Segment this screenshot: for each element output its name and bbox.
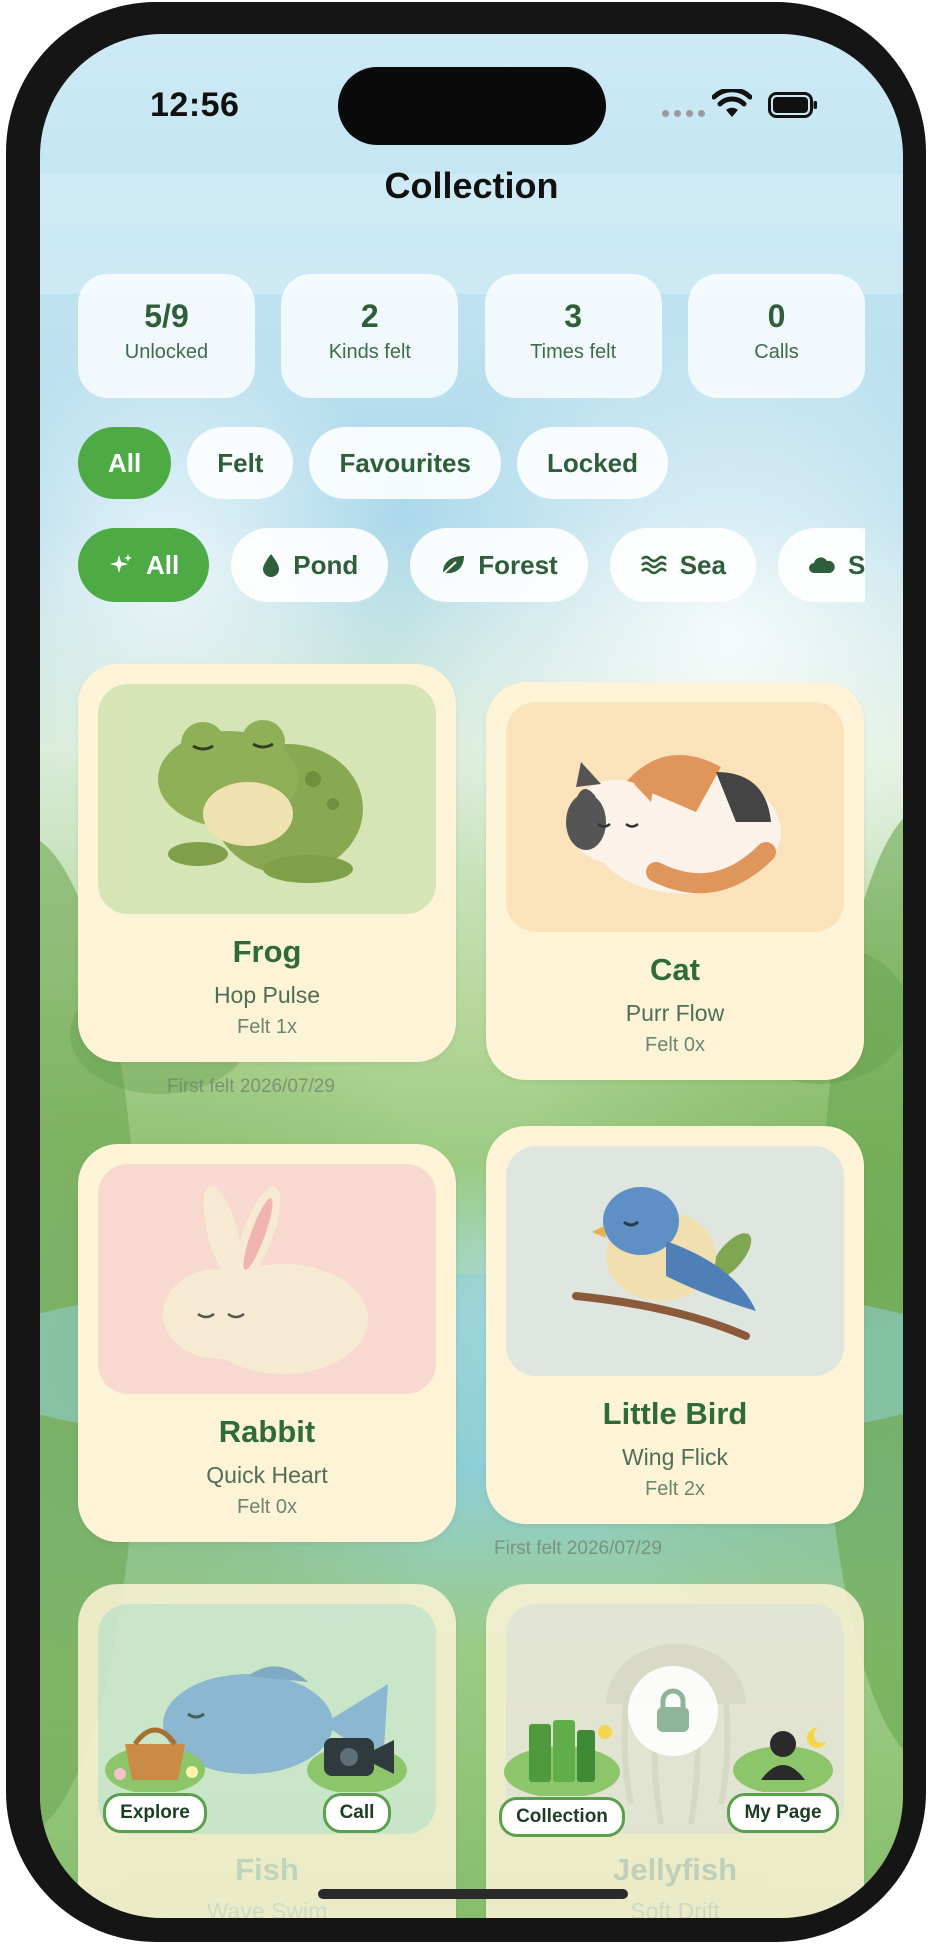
- tab-call[interactable]: Call: [296, 1714, 418, 1833]
- stat-times-felt: 3 Times felt: [484, 274, 662, 398]
- books-icon: [504, 1720, 620, 1798]
- category-all[interactable]: All: [78, 528, 210, 602]
- stat-unlocked: 5/9 Unlocked: [78, 274, 255, 398]
- cat-illustration: [506, 702, 844, 932]
- card-felt-count: Felt 0x: [644, 1034, 706, 1056]
- battery-icon: [768, 92, 817, 118]
- card-name: Frog: [232, 934, 302, 969]
- card-felt-count: Felt 1x: [236, 1016, 298, 1038]
- card-felt-count: Felt 2x: [644, 1478, 706, 1500]
- category-sea[interactable]: Sea: [609, 528, 756, 602]
- waves-icon: [640, 555, 667, 575]
- tab-explore[interactable]: Explore: [94, 1714, 216, 1833]
- filter-locked[interactable]: Locked: [516, 427, 668, 499]
- filter-all[interactable]: All: [78, 427, 172, 499]
- card-subtitle: Quick Heart: [206, 1462, 328, 1488]
- rabbit-illustration: [98, 1164, 436, 1394]
- animal-card-rabbit[interactable]: Rabbit Quick Heart Felt 0x: [78, 1144, 456, 1542]
- card-name: Rabbit: [218, 1414, 316, 1449]
- status-bar: 12:56: [40, 34, 903, 174]
- phone-frame: 12:56 Collection 5/9 Unlocked 2 Kinds fe…: [6, 2, 926, 1942]
- stat-kinds-felt: 2 Kinds felt: [281, 274, 459, 398]
- signal-dots-icon: [662, 110, 705, 117]
- category-label: Sea: [679, 549, 726, 580]
- cloud-icon: [808, 557, 835, 573]
- stat-label: Unlocked: [124, 341, 209, 363]
- tab-label: Call: [322, 1793, 392, 1833]
- card-subtitle: Wave Swim: [206, 1898, 328, 1918]
- stat-value: 0: [767, 298, 786, 334]
- card-name: Fish: [235, 1852, 299, 1887]
- wifi-icon: [712, 89, 752, 117]
- stat-calls: 0 Calls: [687, 274, 865, 398]
- tab-label: My Page: [727, 1793, 839, 1833]
- locked-badge: [628, 1666, 718, 1756]
- card-felt-count: Felt 0x: [236, 1496, 298, 1518]
- stat-label: Calls: [754, 341, 799, 363]
- card-subtitle: Soft Drift: [630, 1898, 720, 1918]
- person-moon-icon: [733, 1727, 833, 1794]
- category-label: All: [146, 549, 180, 580]
- water-drop-icon: [263, 554, 280, 577]
- stats-row: 5/9 Unlocked 2 Kinds felt 3 Times felt 0…: [78, 274, 865, 398]
- basket-icon: [105, 1727, 205, 1794]
- sparkle-icon: [110, 554, 132, 573]
- animal-card-little-bird[interactable]: Little Bird Wing Flick Felt 2x: [486, 1126, 864, 1524]
- animal-card-cat[interactable]: Cat Purr Flow Felt 0x: [486, 682, 864, 1080]
- card-subtitle: Wing Flick: [621, 1444, 729, 1470]
- page-title: Collection: [384, 165, 559, 206]
- filter-favourites[interactable]: Favourites: [309, 427, 501, 499]
- dynamic-island: [338, 67, 606, 145]
- tab-collection[interactable]: Collection: [494, 1710, 630, 1837]
- stat-value: 5/9: [144, 298, 189, 334]
- stat-label: Times felt: [530, 341, 617, 363]
- card-name: Jellyfish: [612, 1852, 738, 1887]
- status-time: 12:56: [150, 86, 240, 124]
- card-subtitle: Purr Flow: [625, 1000, 725, 1026]
- tab-label: Explore: [103, 1793, 207, 1833]
- stat-value: 2: [360, 298, 379, 334]
- category-label: Forest: [478, 549, 558, 580]
- first-felt-date: First felt 2026/07/29: [494, 1538, 662, 1559]
- category-label: Pond: [293, 549, 359, 580]
- video-camera-icon: [307, 1738, 407, 1794]
- status-filter-row: All Felt Favourites Locked: [78, 427, 668, 499]
- tab-my-page[interactable]: My Page: [722, 1714, 844, 1833]
- category-forest[interactable]: Forest: [410, 528, 588, 602]
- home-indicator[interactable]: [318, 1889, 628, 1899]
- category-label: S: [847, 549, 865, 580]
- animal-card-frog[interactable]: Frog Hop Pulse Felt 1x: [78, 664, 456, 1062]
- leaf-icon: [442, 556, 465, 575]
- bird-illustration: [506, 1146, 844, 1376]
- card-name: Cat: [650, 952, 700, 987]
- tab-label: Collection: [499, 1797, 625, 1837]
- category-scroll[interactable]: All Pond Forest Sea S: [78, 528, 865, 604]
- first-felt-date: First felt 2026/07/29: [167, 1076, 335, 1097]
- stat-value: 3: [564, 298, 583, 334]
- category-sky[interactable]: S: [777, 528, 865, 602]
- lock-icon: [657, 1688, 689, 1732]
- card-name: Little Bird: [602, 1396, 748, 1431]
- stat-label: Kinds felt: [328, 341, 411, 363]
- frog-illustration: [98, 684, 436, 914]
- category-pond[interactable]: Pond: [231, 528, 389, 602]
- filter-felt[interactable]: Felt: [187, 427, 294, 499]
- card-subtitle: Hop Pulse: [213, 982, 321, 1008]
- app-screen: 12:56 Collection 5/9 Unlocked 2 Kinds fe…: [40, 34, 903, 1918]
